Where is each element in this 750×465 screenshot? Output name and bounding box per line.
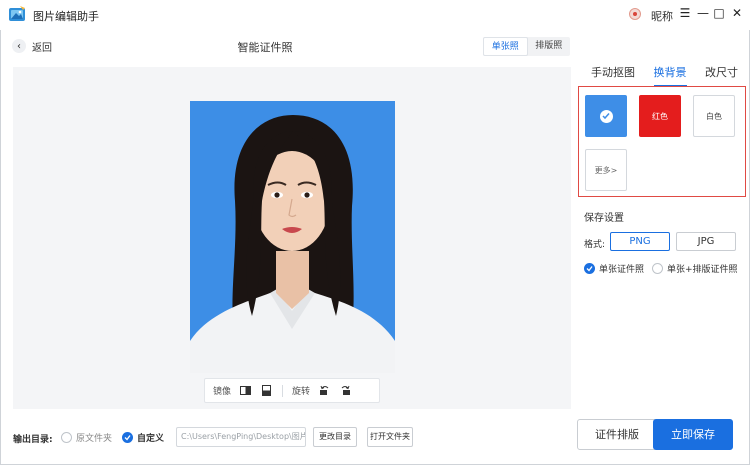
mirror-label: 镜像 bbox=[213, 387, 232, 397]
unchecked-radio-icon bbox=[652, 263, 663, 274]
more-backgrounds-button[interactable]: 更多> bbox=[585, 149, 627, 191]
option-single-photo[interactable]: 单张证件照 bbox=[584, 262, 644, 275]
user-nickname[interactable]: 昵称 bbox=[651, 8, 673, 24]
option-custom-folder[interactable]: 自定义 bbox=[122, 431, 164, 444]
checkmark-icon bbox=[599, 109, 613, 123]
open-folder-button[interactable]: 打开文件夹 bbox=[367, 427, 413, 447]
minimize-button[interactable]: — bbox=[696, 5, 710, 21]
format-png-button[interactable]: PNG bbox=[610, 232, 670, 251]
mode-tabs: 单张照 排版照 bbox=[483, 37, 570, 56]
tab-manual-cutout[interactable]: 手动抠图 bbox=[587, 64, 639, 82]
close-button[interactable]: ✕ bbox=[730, 5, 744, 21]
option-single-plus-layout-label: 单张+排版证件照 bbox=[667, 265, 738, 275]
app-logo-icon bbox=[9, 6, 25, 21]
user-avatar[interactable] bbox=[629, 8, 641, 20]
chevron-left-icon: ‹ bbox=[12, 39, 26, 53]
rotate-label: 旋转 bbox=[292, 387, 311, 397]
change-directory-button[interactable]: 更改目录 bbox=[313, 427, 357, 447]
flip-horizontal-icon[interactable] bbox=[238, 384, 252, 398]
background-red-swatch[interactable]: 红色 bbox=[639, 95, 681, 137]
tab-resize[interactable]: 改尺寸 bbox=[701, 64, 742, 82]
save-settings-title: 保存设置 bbox=[584, 213, 624, 224]
portrait-image bbox=[190, 101, 395, 373]
checked-radio-icon bbox=[584, 263, 595, 274]
checked-radio-icon bbox=[122, 432, 133, 443]
output-path-field[interactable]: C:\Users\FengPing\Desktop\图片\ bbox=[176, 427, 306, 447]
flip-vertical-icon[interactable] bbox=[259, 384, 273, 398]
format-label: 格式: bbox=[584, 240, 606, 250]
tab-layout-photo[interactable]: 排版照 bbox=[528, 37, 571, 56]
option-original-folder-label: 原文件夹 bbox=[76, 434, 113, 444]
maximize-button[interactable]: □ bbox=[712, 5, 726, 21]
option-custom-folder-label: 自定义 bbox=[137, 434, 165, 444]
id-photo bbox=[190, 101, 395, 373]
page-title: 智能证件照 bbox=[237, 41, 293, 54]
rotate-left-icon[interactable] bbox=[317, 384, 331, 398]
tab-single-photo[interactable]: 单张照 bbox=[483, 37, 528, 56]
rotate-right-icon[interactable] bbox=[338, 384, 352, 398]
photo-toolbar: 镜像 旋转 bbox=[204, 378, 380, 403]
toolbar-divider bbox=[282, 384, 284, 397]
title-bar: 图片编辑助手 昵称 ☰ — □ ✕ bbox=[0, 0, 750, 30]
back-label: 返回 bbox=[32, 42, 52, 54]
menu-icon[interactable]: ☰ bbox=[678, 5, 692, 21]
save-now-button[interactable]: 立即保存 bbox=[653, 419, 733, 450]
preview-canvas: 镜像 旋转 bbox=[13, 67, 571, 409]
unchecked-radio-icon bbox=[61, 432, 72, 443]
edit-tabs: 手动抠图 换背景 改尺寸 bbox=[587, 64, 742, 87]
output-directory-label: 输出目录: bbox=[13, 435, 53, 445]
background-white-swatch[interactable]: 白色 bbox=[693, 95, 735, 137]
back-button[interactable]: ‹ 返回 bbox=[12, 38, 52, 54]
photo-layout-button[interactable]: 证件排版 bbox=[577, 419, 657, 450]
option-single-plus-layout[interactable]: 单张+排版证件照 bbox=[652, 262, 738, 275]
background-blue-swatch[interactable] bbox=[585, 95, 627, 137]
option-original-folder[interactable]: 原文件夹 bbox=[61, 431, 112, 444]
format-jpg-button[interactable]: JPG bbox=[676, 232, 736, 251]
app-title: 图片编辑助手 bbox=[33, 10, 99, 23]
option-single-photo-label: 单张证件照 bbox=[599, 265, 645, 275]
tab-change-background[interactable]: 换背景 bbox=[650, 64, 691, 87]
